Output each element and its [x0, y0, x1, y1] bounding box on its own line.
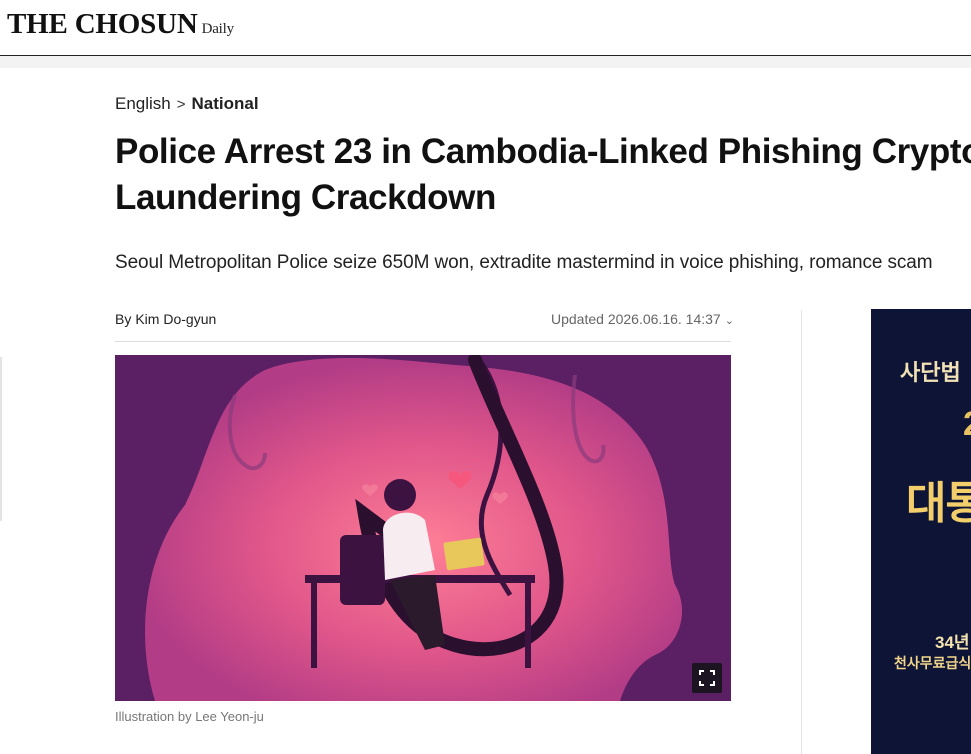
- column-divider: [801, 310, 802, 754]
- header-divider-band: [0, 56, 971, 68]
- byline-divider: [115, 341, 731, 342]
- expand-image-button[interactable]: [692, 663, 722, 693]
- desk-leg: [525, 583, 531, 668]
- ad-text-line-1: 사단법: [900, 360, 961, 385]
- image-caption: Illustration by Lee Yeon-ju: [115, 709, 264, 724]
- updated-timestamp: Updated 2026.06.16. 14:37: [551, 311, 721, 327]
- chevron-down-icon: ⌄: [724, 315, 734, 327]
- article-headline: Police Arrest 23 in Cambodia-Linked Phis…: [115, 129, 971, 221]
- person-head: [384, 479, 416, 511]
- site-header: THE CHOSUN Daily: [0, 0, 971, 56]
- breadcrumb-separator-icon: >: [176, 96, 186, 113]
- desk-leg: [311, 583, 317, 668]
- author-link[interactable]: Kim Do-gyun: [135, 311, 216, 327]
- ad-text-line-4: 34년: [935, 633, 970, 652]
- breadcrumb-category-link[interactable]: English: [115, 94, 171, 113]
- byline-prefix: By: [115, 311, 132, 327]
- headline-line-2: Laundering Crackdown: [115, 178, 496, 217]
- ad-text-line-5: 천사무료급식: [894, 655, 971, 671]
- office-chair: [340, 535, 385, 605]
- article-illustration[interactable]: [115, 355, 731, 701]
- sidebar-advertisement[interactable]: 사단법 2 대통 34년 천사무료급식: [871, 309, 971, 754]
- left-edge-panel: [0, 357, 2, 521]
- breadcrumb-section-link[interactable]: National: [192, 94, 259, 113]
- logo-subtext: Daily: [201, 21, 235, 37]
- logo-text: THE CHOSUN: [7, 8, 198, 40]
- breadcrumb: English > National: [115, 94, 259, 114]
- site-logo[interactable]: THE CHOSUN Daily: [7, 8, 234, 41]
- headline-line-1: Police Arrest 23 in Cambodia-Linked Phis…: [115, 132, 971, 171]
- expand-icon: [699, 670, 715, 686]
- article-subheadline: Seoul Metropolitan Police seize 650M won…: [115, 252, 933, 273]
- updated-timestamp-toggle[interactable]: Updated 2026.06.16. 14:37 ⌄: [551, 311, 734, 327]
- byline: By Kim Do-gyun: [115, 311, 216, 327]
- ad-text-line-2: 2: [963, 405, 971, 444]
- phishing-illustration: [115, 355, 731, 701]
- laptop-screen: [443, 537, 485, 571]
- ad-text-line-3: 대통: [906, 479, 971, 528]
